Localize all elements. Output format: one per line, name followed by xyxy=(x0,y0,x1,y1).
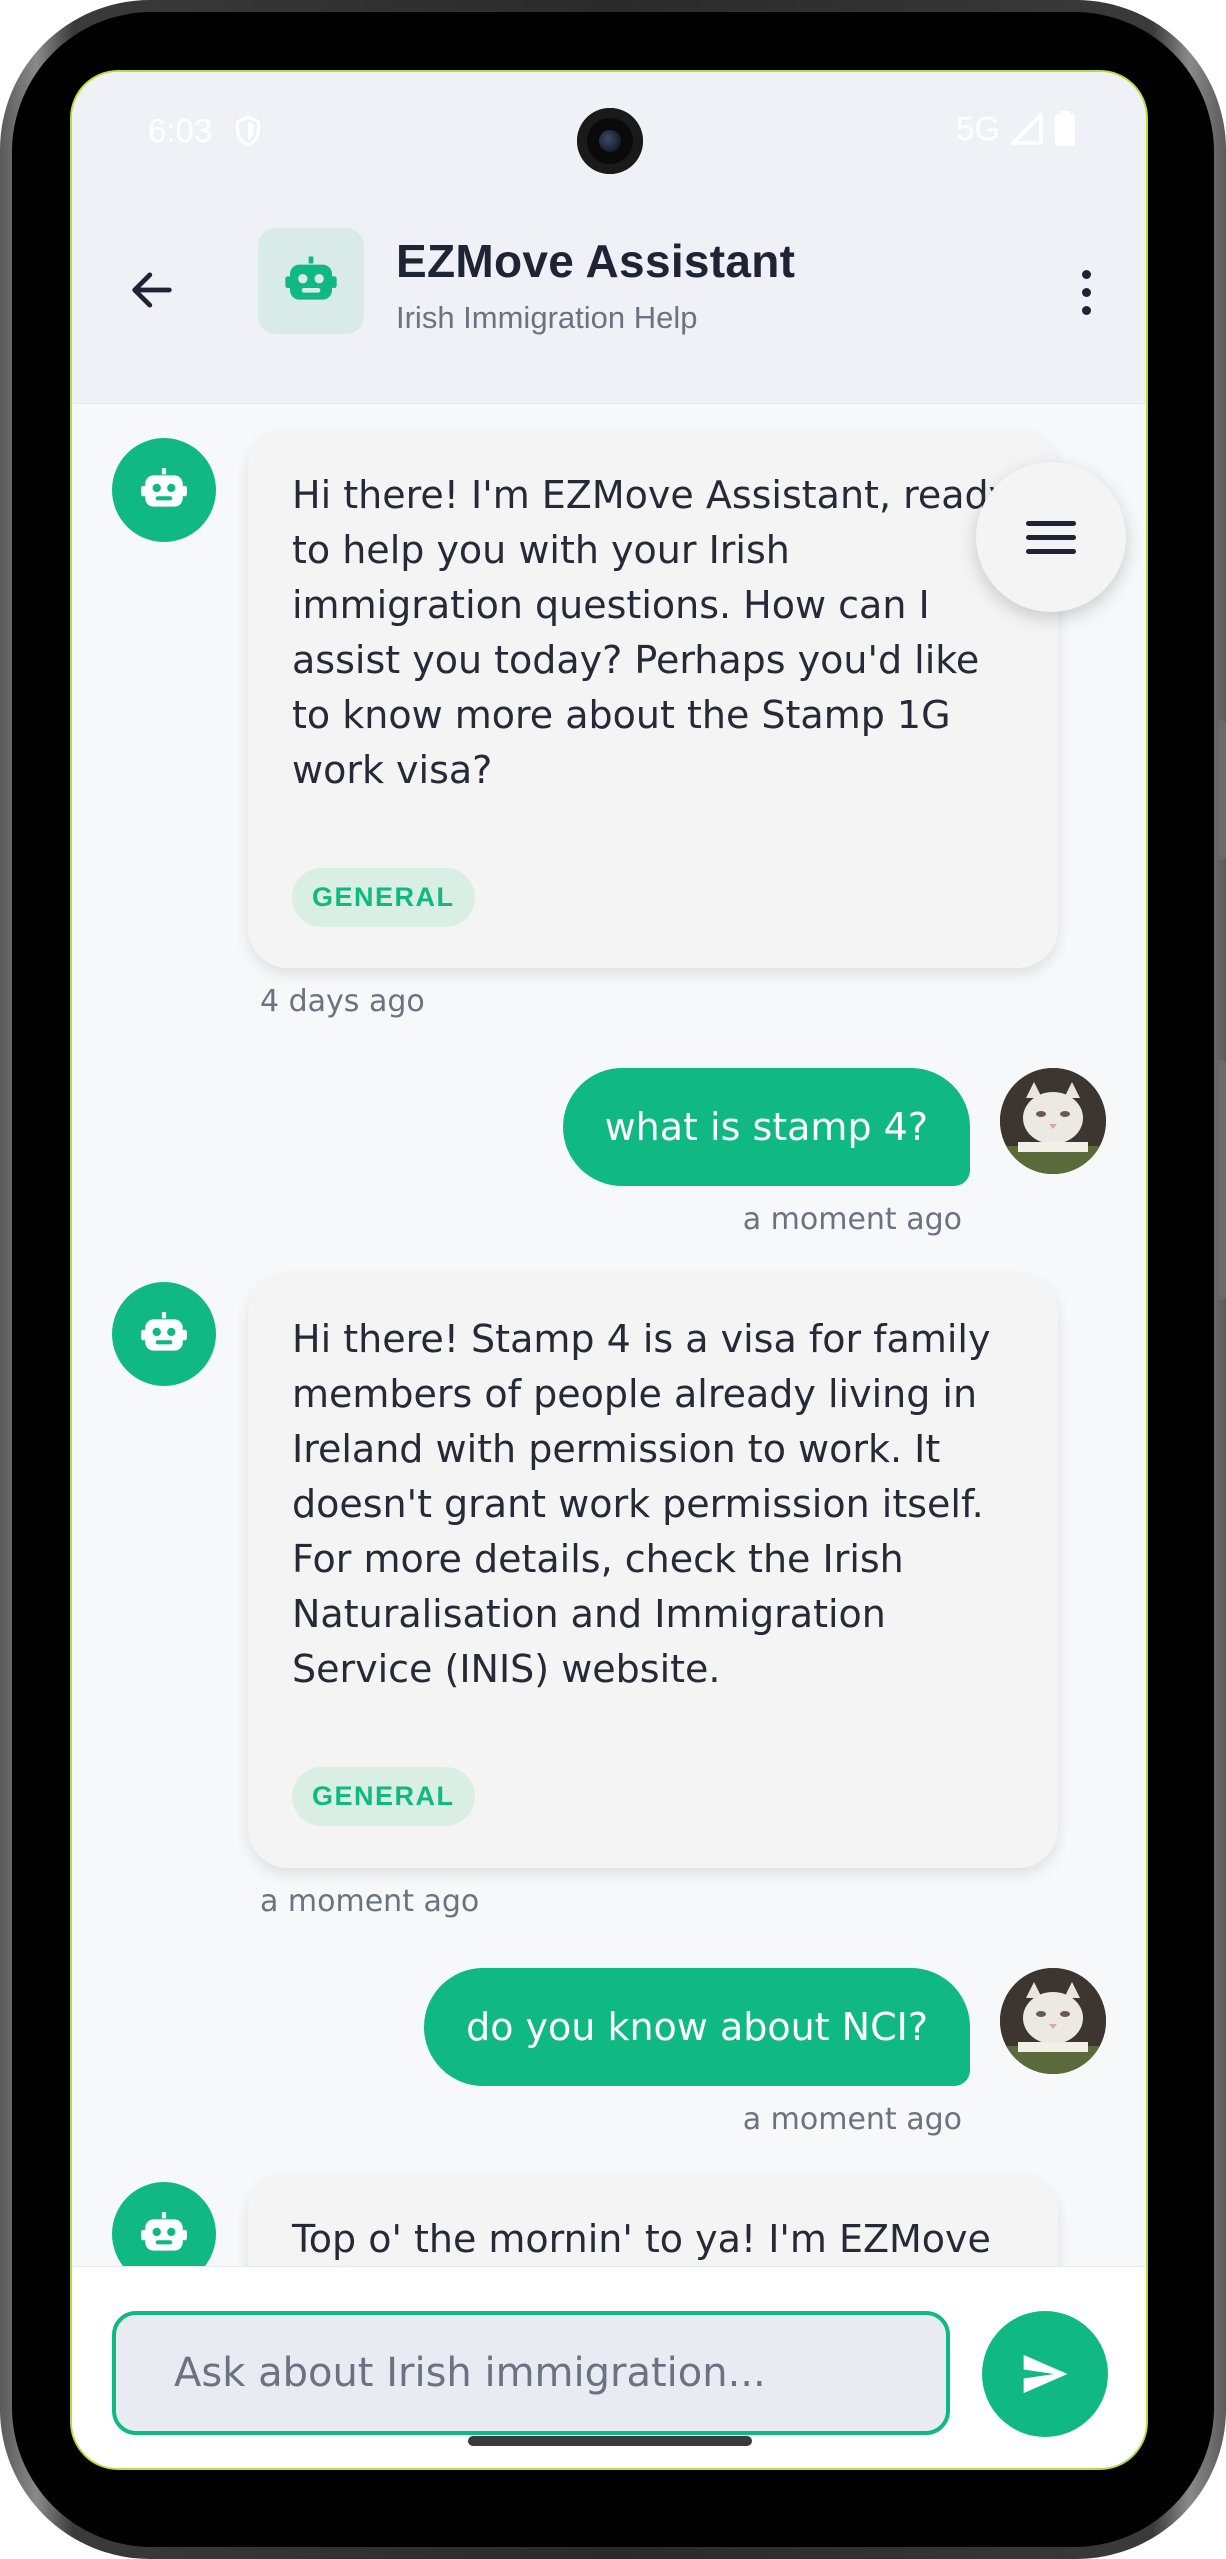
send-button[interactable] xyxy=(982,2311,1108,2437)
user-avatar[interactable] xyxy=(1000,1968,1106,2074)
assistant-avatar-tile xyxy=(258,228,364,334)
battery-icon xyxy=(1055,111,1075,146)
chat-title: EZMove Assistant xyxy=(396,235,796,287)
arrow-left-icon xyxy=(132,272,172,308)
shield-icon xyxy=(235,115,261,147)
chat-header: EZMove Assistant Irish Immigration Help xyxy=(72,192,1146,404)
menu-icon xyxy=(1026,520,1076,526)
robot-icon xyxy=(141,1312,187,1351)
user-message-bubble: what is stamp 4? xyxy=(562,1068,970,1186)
category-tag: GENERAL xyxy=(292,1767,475,1826)
more-vert-icon xyxy=(1081,269,1091,279)
input-placeholder: Ask about Irish immigration... xyxy=(174,2350,766,2396)
back-button[interactable] xyxy=(112,250,192,330)
robot-icon xyxy=(141,468,187,507)
signal-icon xyxy=(1011,113,1043,145)
bot-avatar xyxy=(112,2182,216,2266)
category-tag: GENERAL xyxy=(292,868,475,927)
status-time: 6:03 xyxy=(148,112,213,149)
bot-avatar xyxy=(112,438,216,542)
bot-message-bubble: Hi there! I'm EZMove Assistant, ready to… xyxy=(248,430,1058,968)
message-input[interactable]: Ask about Irish immigration... xyxy=(112,2311,950,2435)
bot-message-text: Top o' the mornin' to ya! I'm EZMove xyxy=(292,2217,991,2261)
message-timestamp: a moment ago xyxy=(260,1884,480,1919)
send-icon xyxy=(1023,2354,1068,2394)
cat-photo xyxy=(1000,1068,1106,1174)
robot-icon xyxy=(285,256,337,300)
message-timestamp: a moment ago xyxy=(742,1202,962,1237)
menu-fab-button[interactable] xyxy=(976,462,1126,612)
front-camera xyxy=(577,108,643,174)
volume-button xyxy=(1218,720,1226,860)
phone-screen: 6:03 5G EZMove Assistant Irish Immigrati… xyxy=(70,70,1148,2470)
chat-subtitle: Irish Immigration Help xyxy=(396,300,698,335)
network-label: 5G xyxy=(955,110,1000,147)
user-message-text: do you know about NCI? xyxy=(466,2005,928,2049)
bot-message-text: Hi there! I'm EZMove Assistant, ready to… xyxy=(292,473,1012,792)
power-button xyxy=(1218,1060,1226,1300)
message-timestamp: a moment ago xyxy=(742,2102,962,2137)
bot-avatar xyxy=(112,1282,216,1386)
bot-message-text: Hi there! Stamp 4 is a visa for family m… xyxy=(292,1317,991,1691)
status-bar: 6:03 5G xyxy=(72,72,1146,192)
home-indicator[interactable] xyxy=(468,2436,752,2446)
user-message-text: what is stamp 4? xyxy=(604,1105,928,1149)
user-avatar[interactable] xyxy=(1000,1068,1106,1174)
robot-icon xyxy=(141,2212,187,2251)
chat-messages[interactable]: Hi there! I'm EZMove Assistant, ready to… xyxy=(72,404,1146,2266)
bot-message-bubble: Top o' the mornin' to ya! I'm EZMove xyxy=(248,2174,1058,2266)
bot-message-bubble: Hi there! Stamp 4 is a visa for family m… xyxy=(248,1274,1058,1868)
cat-photo xyxy=(1000,1968,1106,2074)
more-options-button[interactable] xyxy=(1056,252,1116,332)
user-message-bubble: do you know about NCI? xyxy=(424,1968,970,2086)
message-timestamp: 4 days ago xyxy=(260,984,425,1019)
